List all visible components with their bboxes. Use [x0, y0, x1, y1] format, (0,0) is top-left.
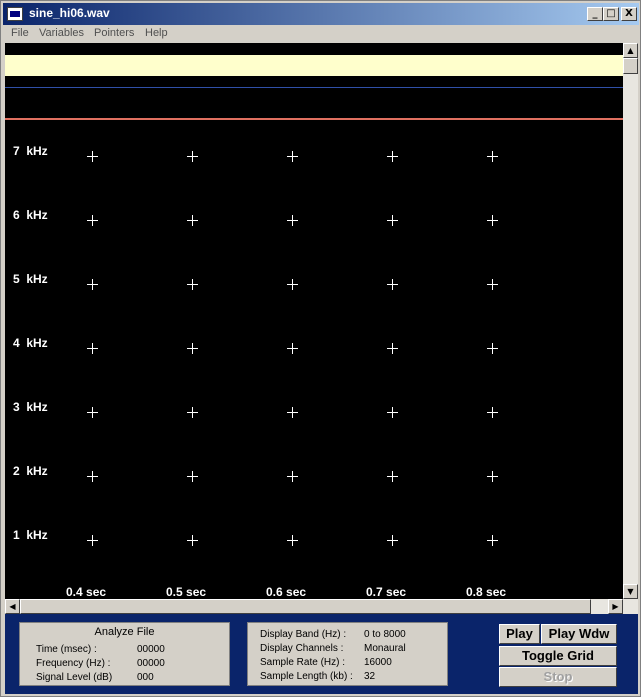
- grid-cross: [387, 535, 398, 546]
- grid-cross: [287, 535, 298, 546]
- display-value: 32: [364, 671, 376, 682]
- time-label: 0.6 sec: [266, 585, 307, 599]
- grid-cross: [387, 279, 398, 290]
- display-value: 0 to 8000: [364, 629, 406, 640]
- time-label: 0.4 sec: [66, 585, 107, 599]
- display-value: Monaural: [364, 643, 406, 654]
- grid-cross: [387, 407, 398, 418]
- display-label: Sample Rate (Hz) :: [260, 657, 346, 668]
- grid-cross: [287, 215, 298, 226]
- analyze-file-box: Analyze File Time (msec) : 00000 Frequen…: [19, 622, 230, 686]
- play-button[interactable]: Play: [499, 624, 540, 644]
- grid-cross: [287, 151, 298, 162]
- grid-cross: [87, 343, 98, 354]
- grid-cross: [87, 471, 98, 482]
- grid-cross: [87, 151, 98, 162]
- grid-cross: [487, 471, 498, 482]
- display-label: Display Channels :: [260, 643, 344, 654]
- minimize-button[interactable]: _: [587, 7, 603, 21]
- app-window: sine_hi06.wav _ □ X File Variables Point…: [0, 0, 641, 697]
- red-marker-line: [5, 118, 623, 120]
- grid-cross: [87, 215, 98, 226]
- grid-cross: [387, 471, 398, 482]
- grid-cross: [187, 471, 198, 482]
- time-label: 0.8 sec: [466, 585, 507, 599]
- grid-cross: [387, 343, 398, 354]
- waveform-band[interactable]: [5, 55, 623, 76]
- menu-bar: File Variables Pointers Help: [3, 25, 639, 43]
- frequency-label: 3 kHz: [13, 400, 48, 414]
- grid-cross: [487, 151, 498, 162]
- frequency-label: 2 kHz: [13, 464, 48, 478]
- horizontal-scroll-thumb[interactable]: [20, 599, 591, 614]
- frequency-label: 7 kHz: [13, 144, 48, 158]
- toggle-grid-button[interactable]: Toggle Grid: [499, 646, 617, 666]
- display-label: Sample Length (kb) :: [260, 671, 353, 682]
- play-window-button[interactable]: Play Wdw: [541, 624, 617, 644]
- scroll-left-arrow-icon[interactable]: ◀: [5, 599, 20, 614]
- time-label: 0.7 sec: [366, 585, 407, 599]
- title-bar[interactable]: sine_hi06.wav _ □ X: [3, 3, 639, 25]
- scroll-up-arrow-icon[interactable]: ▲: [623, 43, 638, 58]
- grid-cross: [287, 471, 298, 482]
- grid-cross: [487, 407, 498, 418]
- analyze-value: 00000: [137, 658, 165, 669]
- grid-cross: [187, 151, 198, 162]
- analyze-label: Signal Level (dB): [36, 672, 113, 683]
- scroll-right-arrow-icon[interactable]: ▶: [608, 599, 623, 614]
- menu-help[interactable]: Help: [145, 27, 168, 39]
- grid-cross: [87, 279, 98, 290]
- grid-cross: [287, 407, 298, 418]
- grid-cross: [187, 215, 198, 226]
- analyze-value: 00000: [137, 644, 165, 655]
- frequency-label: 4 kHz: [13, 336, 48, 350]
- grid-cross: [87, 535, 98, 546]
- grid-cross: [387, 215, 398, 226]
- control-panel: Analyze File Time (msec) : 00000 Frequen…: [5, 614, 638, 694]
- frequency-label: 1 kHz: [13, 528, 48, 542]
- frequency-label: 5 kHz: [13, 272, 48, 286]
- close-button[interactable]: X: [621, 7, 637, 21]
- grid-cross: [287, 343, 298, 354]
- analyze-label: Frequency (Hz) :: [36, 658, 111, 669]
- display-value: 16000: [364, 657, 392, 668]
- stop-button: Stop: [499, 667, 617, 687]
- blue-marker-line: [5, 87, 623, 88]
- grid-cross: [287, 279, 298, 290]
- grid-cross: [487, 279, 498, 290]
- vertical-scroll-thumb[interactable]: [623, 58, 638, 74]
- display-label: Display Band (Hz) :: [260, 629, 347, 640]
- app-icon[interactable]: [7, 7, 23, 21]
- grid-cross: [487, 343, 498, 354]
- grid-cross: [187, 407, 198, 418]
- analyze-value: 000: [137, 672, 154, 683]
- menu-file[interactable]: File: [11, 27, 29, 39]
- frequency-label: 6 kHz: [13, 208, 48, 222]
- menu-variables[interactable]: Variables: [39, 27, 84, 39]
- analyze-label: Time (msec) :: [36, 644, 97, 655]
- window-title: sine_hi06.wav: [29, 6, 110, 20]
- display-info-box: Display Band (Hz) : 0 to 8000 Display Ch…: [247, 622, 448, 686]
- grid-cross: [487, 215, 498, 226]
- grid-cross: [187, 343, 198, 354]
- menu-pointers[interactable]: Pointers: [94, 27, 134, 39]
- grid-cross: [187, 279, 198, 290]
- grid-cross: [487, 535, 498, 546]
- scroll-down-arrow-icon[interactable]: ▼: [623, 584, 638, 599]
- grid-cross: [187, 535, 198, 546]
- vertical-scrollbar[interactable]: ▲ ▼: [623, 43, 638, 599]
- horizontal-scrollbar[interactable]: ◀ ▶: [5, 599, 638, 614]
- maximize-button[interactable]: □: [603, 7, 619, 21]
- analyze-heading: Analyze File: [94, 626, 155, 638]
- grid-cross: [387, 151, 398, 162]
- time-label: 0.5 sec: [166, 585, 207, 599]
- grid-cross: [87, 407, 98, 418]
- spectrogram-display[interactable]: 7 kHz 6 kHz 5 kHz 4 kHz 3 kHz 2 kHz 1 kH…: [5, 43, 623, 599]
